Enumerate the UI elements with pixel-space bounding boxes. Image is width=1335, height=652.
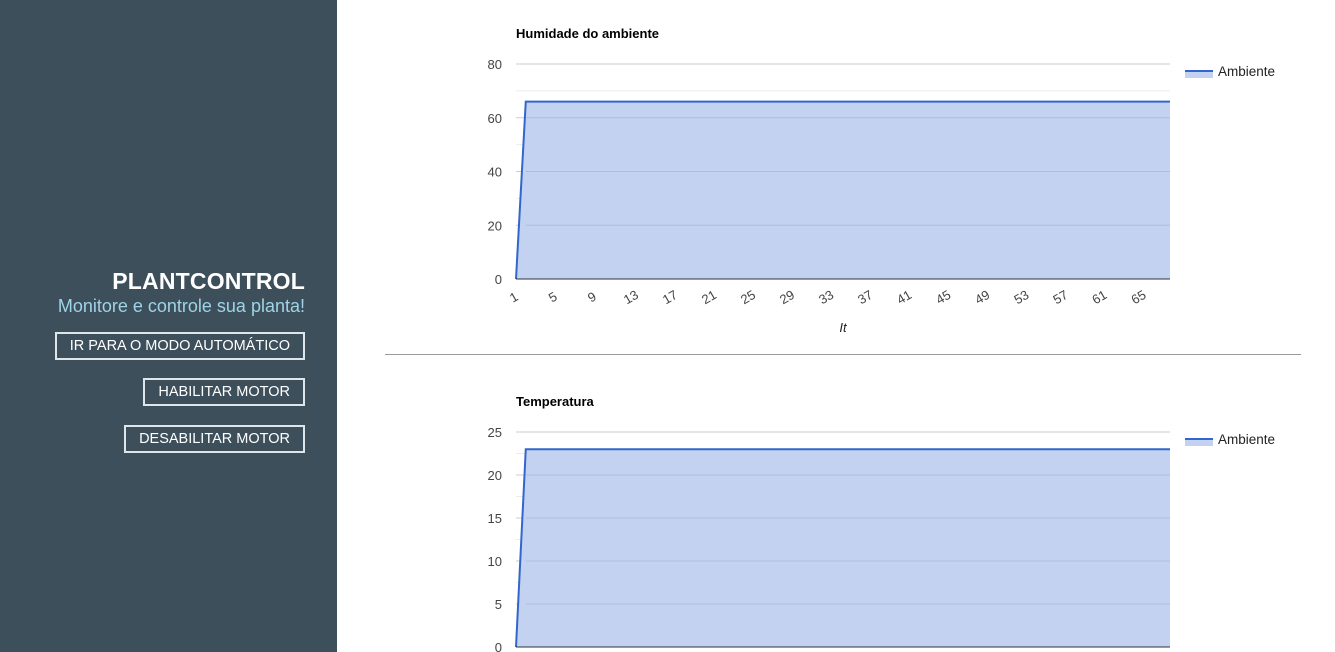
y-tick-label: 25 [488, 425, 502, 440]
y-tick-label: 0 [495, 640, 502, 652]
legend-label: Ambiente [1218, 432, 1275, 447]
y-tick-label: 15 [488, 511, 502, 526]
y-tick-label: 10 [488, 554, 502, 569]
series-area [516, 449, 1170, 647]
y-tick-label: 5 [495, 597, 502, 612]
chart-title: Temperatura [516, 394, 595, 409]
temperature-chart: Temperatura 0 5 10 15 20 25 Ambiente [488, 394, 1276, 652]
y-tick-label: 20 [488, 468, 502, 483]
